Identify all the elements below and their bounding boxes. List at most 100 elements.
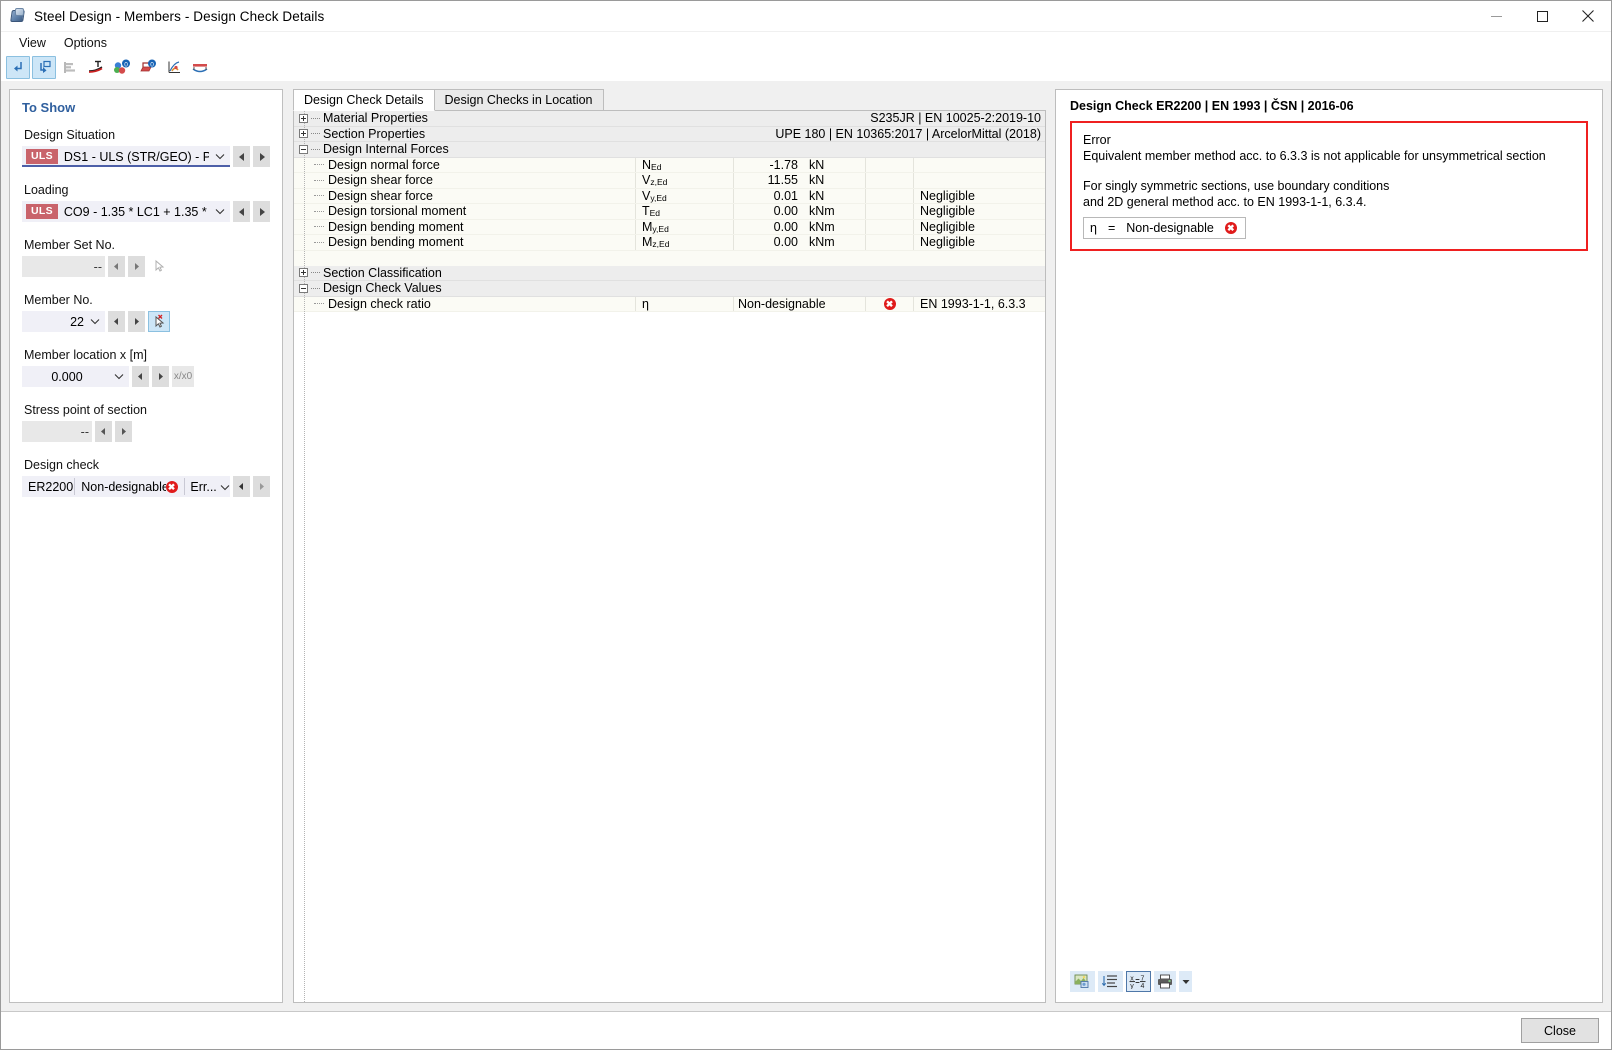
steel-design-window: Steel Design - Members - Design Check De… (0, 0, 1612, 1050)
chevron-down-icon[interactable] (214, 151, 225, 162)
row-symbol-sub: Ed (649, 208, 661, 219)
design-check-prev-button[interactable] (233, 476, 250, 497)
stress-point-field[interactable]: -- (22, 421, 92, 442)
member-set-no-field[interactable]: -- (22, 256, 105, 277)
table-row[interactable]: Design torsional moment T Ed 0.00 kNm Neg… (294, 204, 1045, 220)
details-tree[interactable]: Material Properties S235JR | EN 10025-2:… (293, 110, 1046, 1003)
eta-value: Non-designable (1126, 221, 1214, 235)
design-check-code: ER2200 (28, 479, 74, 494)
tree-group-design-check-values[interactable]: Design Check Values (294, 281, 1045, 297)
row-symbol: M (642, 235, 653, 250)
member-no-value: 22 (70, 314, 84, 329)
member-set-no-next-button[interactable] (128, 256, 145, 277)
design-check-combo[interactable]: ER2200 Non-designable ✖ Err... (22, 476, 230, 497)
print-icon[interactable] (1154, 971, 1176, 992)
member-info-icon[interactable]: 0 (136, 56, 160, 79)
tree-group-design-internal-forces[interactable]: Design Internal Forces (294, 142, 1045, 158)
table-row[interactable]: Design normal force N Ed -1.78 kN (294, 157, 1045, 173)
maximize-icon[interactable] (1519, 1, 1565, 32)
row-unit: kN (804, 188, 866, 203)
pick-member-set-icon[interactable] (148, 256, 170, 277)
row-label: Design torsional moment (328, 204, 467, 219)
row-unit: kNm (804, 204, 866, 219)
table-row[interactable]: Design shear force Vy,Ed 0.01 kN Negligi… (294, 188, 1045, 204)
collapse-icon[interactable] (299, 144, 308, 154)
error-line-1: Equivalent member method acc. to 6.3.3 i… (1083, 149, 1546, 163)
row-symbol: M (642, 219, 653, 234)
relative-location-button[interactable]: x/x0 (172, 366, 194, 387)
member-location-combo[interactable]: 0.000 (22, 366, 129, 387)
loading-combo[interactable]: ULS CO9 - 1.35 * LC1 + 1.35 * LC2 + ... (22, 201, 230, 222)
design-check-header: Design Check ER2200 | EN 1993 | ČSN | 20… (1070, 99, 1354, 113)
design-check-result-panel: Design Check ER2200 | EN 1993 | ČSN | 20… (1055, 89, 1603, 1003)
table-row[interactable]: Design bending moment Mz,Ed 0.00 kNm Neg… (294, 235, 1045, 251)
pick-member-icon[interactable] (148, 311, 170, 332)
expand-icon[interactable] (299, 268, 308, 278)
design-situation-next-button[interactable] (253, 146, 270, 167)
print-dropdown-icon[interactable] (1179, 971, 1192, 992)
stress-point-next-button[interactable] (115, 421, 132, 442)
chevron-down-icon[interactable] (89, 316, 100, 327)
result-toolbar: x y 7 4 (1056, 965, 1602, 1002)
window-title: Steel Design - Members - Design Check De… (34, 8, 325, 24)
error-title: Error (1083, 133, 1111, 147)
member-set-no-prev-button[interactable] (108, 256, 125, 277)
stress-point-row: -- (22, 421, 132, 442)
row-label: Design check ratio (328, 296, 431, 311)
row-unit: kNm (804, 235, 866, 250)
member-no-prev-button[interactable] (108, 311, 125, 332)
member-no-combo[interactable]: 22 (22, 311, 105, 332)
group-value: UPE 180 | EN 10365:2017 | ArcelorMittal … (775, 126, 1041, 141)
graph-curve-icon[interactable] (162, 56, 186, 79)
expand-icon[interactable] (299, 129, 308, 139)
formula-values-icon[interactable]: x y 7 4 (1126, 971, 1151, 992)
menu-view[interactable]: View (10, 34, 55, 52)
tree-group-section-classification[interactable]: Section Classification (294, 265, 1045, 281)
design-situation-prev-button[interactable] (233, 146, 250, 167)
loading-badge: ULS (26, 204, 58, 219)
svg-text:y: y (1130, 983, 1134, 989)
close-icon[interactable] (1565, 1, 1611, 32)
chevron-down-icon[interactable] (113, 371, 124, 382)
svg-text:0: 0 (124, 61, 128, 68)
chevron-down-icon[interactable] (214, 206, 225, 217)
navigate-back-icon[interactable] (6, 55, 30, 79)
eta-equals: = (1107, 221, 1116, 235)
expand-icon[interactable] (299, 113, 308, 123)
table-row[interactable]: Design bending moment My,Ed 0.00 kNm Neg… (294, 219, 1045, 235)
tab-design-checks-in-location[interactable]: Design Checks in Location (433, 89, 604, 110)
chevron-down-icon[interactable] (220, 480, 230, 494)
design-situation-combo[interactable]: ULS DS1 - ULS (STR/GEO) - Permane... (22, 146, 230, 167)
collapse-icon[interactable] (299, 283, 308, 293)
svg-text:4: 4 (1141, 983, 1145, 989)
beam-result-icon[interactable] (188, 56, 212, 79)
title-bar: Steel Design - Members - Design Check De… (1, 1, 1611, 32)
tab-strip: Design Check Details Design Checks in Lo… (293, 89, 1046, 111)
row-symbol-sub: y,Ed (652, 223, 669, 234)
loading-next-button[interactable] (253, 201, 270, 222)
tab-design-check-details[interactable]: Design Check Details (293, 89, 435, 111)
row-symbol: T (642, 204, 650, 219)
table-row[interactable]: Design check ratio η Non-designable ✖ EN… (294, 296, 1045, 312)
stress-point-prev-button[interactable] (95, 421, 112, 442)
menu-options[interactable]: Options (55, 34, 116, 52)
row-value: -1.78 (769, 157, 799, 172)
detail-list-icon[interactable] (1098, 971, 1123, 992)
member-no-next-button[interactable] (128, 311, 145, 332)
bar-chart-icon[interactable] (58, 56, 82, 79)
member-location-prev-button[interactable] (132, 366, 149, 387)
design-check-next-button[interactable] (253, 476, 270, 497)
eta-result-box: η = Non-designable ✖ (1083, 217, 1246, 239)
tree-group-section-properties[interactable]: Section Properties UPE 180 | EN 10365:20… (294, 126, 1045, 142)
navigate-forward-icon[interactable] (32, 55, 56, 79)
member-location-next-button[interactable] (152, 366, 169, 387)
show-image-icon[interactable] (1070, 971, 1095, 992)
tree-group-material-properties[interactable]: Material Properties S235JR | EN 10025-2:… (294, 111, 1045, 127)
table-row[interactable]: Design shear force Vz,Ed 11.55 kN (294, 173, 1045, 189)
color-info-icon[interactable]: 0 (110, 56, 134, 79)
section-profile-icon[interactable] (84, 56, 108, 79)
minimize-icon[interactable] (1473, 1, 1519, 32)
menu-bar: View Options (1, 32, 1611, 54)
close-button[interactable]: Close (1521, 1018, 1599, 1043)
loading-prev-button[interactable] (233, 201, 250, 222)
